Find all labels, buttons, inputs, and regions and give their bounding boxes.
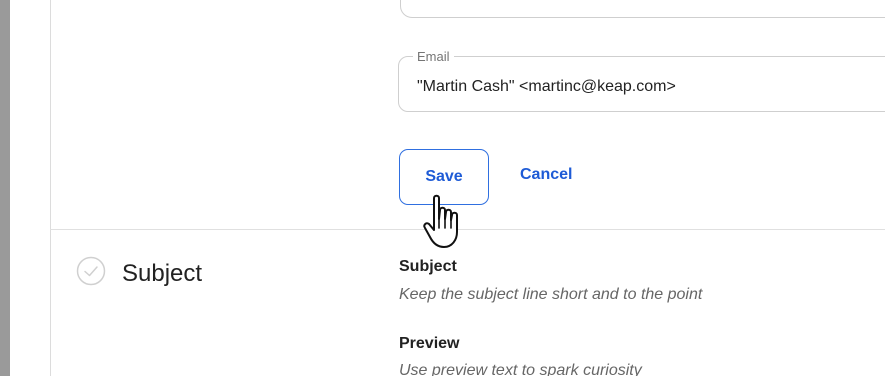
preview-label: Preview [399,335,460,352]
check-circle-icon [76,256,106,286]
previous-field[interactable] [400,0,885,18]
email-field-value[interactable]: "Martin Cash" <martinc@keap.com> [417,78,676,96]
hand-pointer-icon [423,194,458,248]
email-field-label: Email [413,49,454,64]
preview-hint: Use preview text to spark curiosity [399,362,642,376]
section-divider [50,229,885,230]
editor-card: Email "Martin Cash" <martinc@keap.com> S… [10,0,885,376]
cancel-button[interactable]: Cancel [520,166,572,184]
email-field[interactable]: Email "Martin Cash" <martinc@keap.com> [398,49,885,112]
subject-label: Subject [399,258,457,275]
left-rail [50,0,51,376]
subject-hint: Keep the subject line short and to the p… [399,286,703,303]
section-title-subject: Subject [122,260,203,287]
